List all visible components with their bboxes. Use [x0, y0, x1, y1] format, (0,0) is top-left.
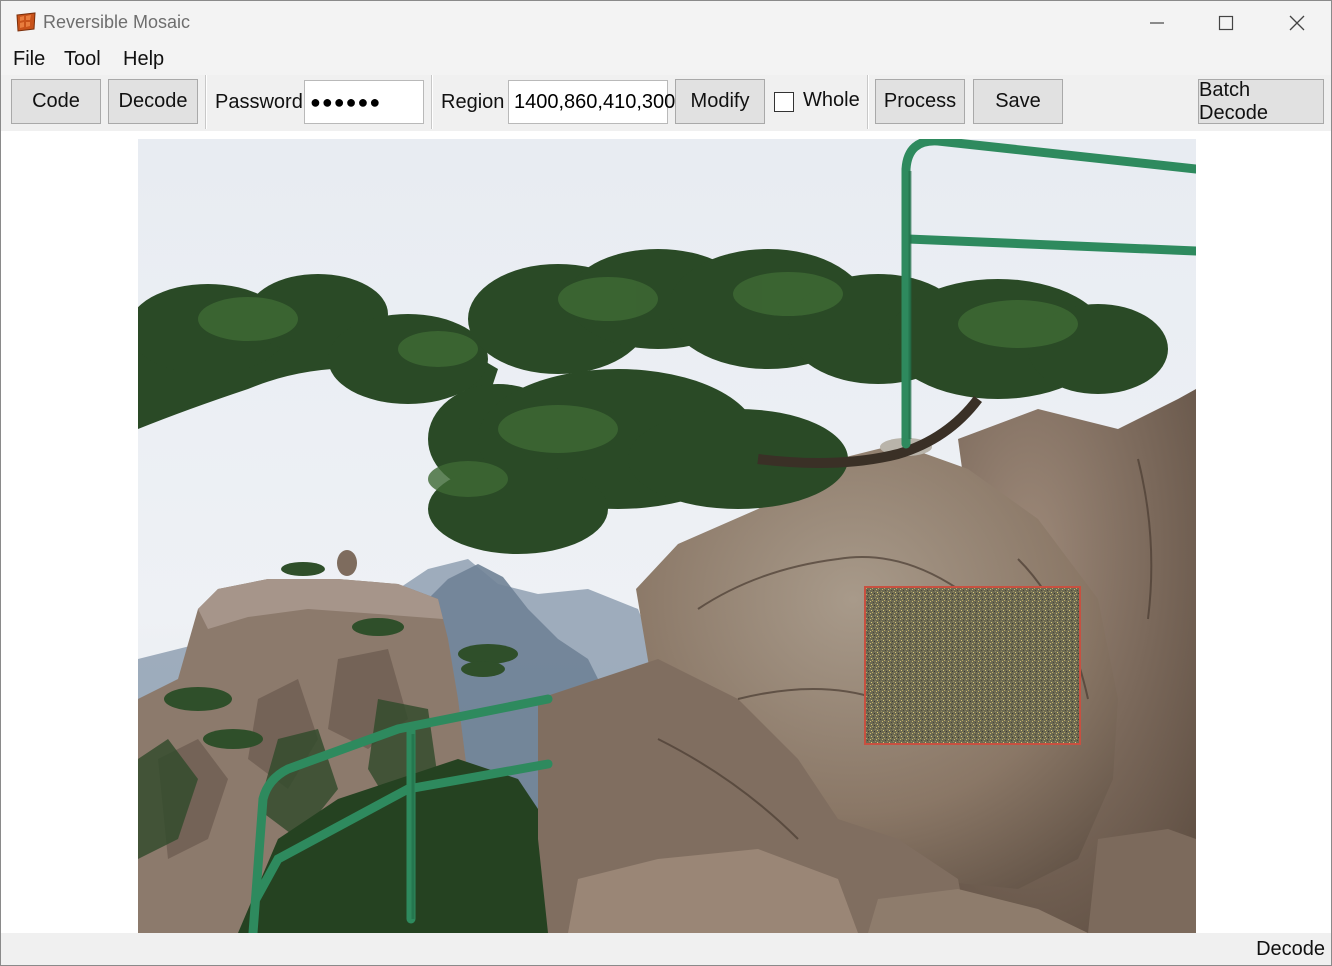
status-text: Decode [1256, 938, 1325, 960]
window-title: Reversible Mosaic [43, 12, 191, 32]
toolbar-separator [205, 75, 207, 129]
batch-decode-button[interactable]: Batch Decode [1198, 79, 1324, 124]
minimize-button[interactable] [1122, 1, 1192, 45]
toolbar-separator [867, 75, 869, 129]
menu-help[interactable]: Help [123, 48, 164, 71]
menu-tool[interactable]: Tool [64, 48, 101, 71]
region-field[interactable]: 1400,860,410,300 [508, 80, 675, 124]
whole-label[interactable]: Whole [803, 89, 860, 112]
password-label: Password [215, 91, 303, 113]
menu-bar: File Tool Help [1, 45, 1331, 75]
mosaic-app-icon [16, 12, 36, 32]
toolbar: Code Decode Password ●●●●●● Region 1400,… [1, 75, 1331, 131]
region-label: Region [441, 91, 505, 113]
maximize-button[interactable] [1191, 1, 1261, 45]
password-field[interactable]: ●●●●●● [304, 80, 424, 124]
save-button[interactable]: Save [973, 79, 1063, 124]
maximize-icon [1218, 15, 1234, 31]
decode-button[interactable]: Decode [108, 79, 198, 124]
code-button[interactable]: Code [11, 79, 101, 124]
modify-button[interactable]: Modify [675, 79, 765, 124]
landscape-photo [138, 139, 1196, 933]
title-bar: Reversible Mosaic [1, 1, 1331, 45]
app-window: Reversible Mosaic File Tool Help Code De… [0, 0, 1332, 966]
whole-checkbox[interactable] [774, 92, 794, 112]
close-icon [1289, 15, 1305, 31]
toolbar-separator [431, 75, 433, 129]
menu-file[interactable]: File [13, 48, 45, 71]
image-canvas[interactable] [1, 131, 1331, 933]
close-button[interactable] [1262, 1, 1331, 45]
minimize-icon [1150, 22, 1164, 24]
status-bar: Decode [1, 933, 1331, 965]
process-button[interactable]: Process [875, 79, 965, 124]
